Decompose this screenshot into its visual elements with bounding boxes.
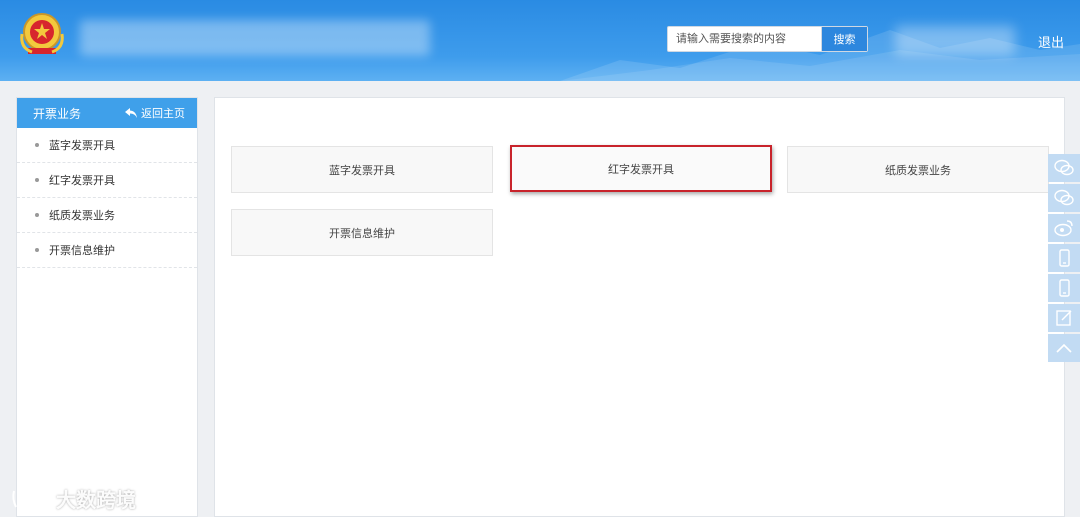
wechat-icon	[1054, 189, 1074, 206]
wechat-icon	[1054, 159, 1074, 176]
search-bar: 搜索	[667, 26, 868, 52]
wechat-button[interactable]	[1048, 154, 1080, 182]
mobile-button[interactable]	[1048, 244, 1080, 272]
feedback-button[interactable]	[1048, 304, 1080, 332]
card-label: 蓝字发票开具	[329, 164, 395, 177]
sidebar-item-label: 开票信息维护	[49, 245, 115, 257]
weibo-icon	[1054, 220, 1073, 237]
edit-icon	[1056, 310, 1072, 326]
site-title-blurred	[80, 20, 430, 56]
watermark-text: 大数跨境	[56, 490, 136, 512]
bullet-icon	[35, 178, 39, 182]
main-panel: 蓝字发票开具 红字发票开具 纸质发票业务 开票信息维护	[214, 97, 1065, 517]
sidebar: 开票业务 返回主页 蓝字发票开具 红字发票开具 纸质发票业务 开票信息维护	[16, 97, 198, 517]
search-input[interactable]	[668, 27, 823, 51]
card-blue-invoice[interactable]: 蓝字发票开具	[231, 146, 493, 193]
top-header: 搜索 退出	[0, 0, 1080, 81]
wechat-button[interactable]	[1048, 184, 1080, 212]
mobile-button[interactable]	[1048, 274, 1080, 302]
user-info-blurred	[895, 26, 1015, 56]
card-red-invoice[interactable]: 红字发票开具	[510, 145, 772, 192]
sidebar-item-label: 纸质发票业务	[49, 210, 115, 222]
sidebar-item-invoice-info[interactable]: 开票信息维护	[17, 233, 197, 268]
sidebar-item-paper-invoice[interactable]: 纸质发票业务	[17, 198, 197, 233]
watermark: 大数跨境	[10, 484, 136, 513]
sidebar-item-label: 红字发票开具	[49, 175, 115, 187]
float-toolbar	[1048, 154, 1080, 364]
mobile-icon	[1059, 279, 1070, 297]
back-arrow-icon	[125, 108, 137, 118]
sidebar-item-blue-invoice[interactable]: 蓝字发票开具	[17, 128, 197, 163]
watermark-logo-icon	[12, 490, 45, 509]
search-button[interactable]: 搜索	[821, 27, 867, 51]
mobile-icon	[1059, 249, 1070, 267]
sidebar-title: 开票业务	[33, 106, 82, 121]
logout-link[interactable]: 退出	[1038, 32, 1064, 51]
back-home-link[interactable]: 返回主页	[125, 105, 185, 121]
card-label: 红字发票开具	[608, 163, 674, 176]
back-home-label: 返回主页	[141, 108, 185, 120]
card-label: 纸质发票业务	[885, 164, 951, 177]
card-invoice-info[interactable]: 开票信息维护	[231, 209, 493, 256]
tax-emblem-logo	[14, 8, 70, 74]
bullet-icon	[35, 143, 39, 147]
sidebar-item-red-invoice[interactable]: 红字发票开具	[17, 163, 197, 198]
bullet-icon	[35, 248, 39, 252]
bullet-icon	[35, 213, 39, 217]
card-paper-invoice[interactable]: 纸质发票业务	[787, 146, 1049, 193]
sidebar-item-label: 蓝字发票开具	[49, 140, 115, 152]
sidebar-header: 开票业务 返回主页	[17, 98, 197, 128]
card-label: 开票信息维护	[329, 227, 395, 240]
scroll-top-button[interactable]	[1048, 334, 1080, 362]
weibo-button[interactable]	[1048, 214, 1080, 242]
scroll-top-icon	[1056, 343, 1072, 353]
